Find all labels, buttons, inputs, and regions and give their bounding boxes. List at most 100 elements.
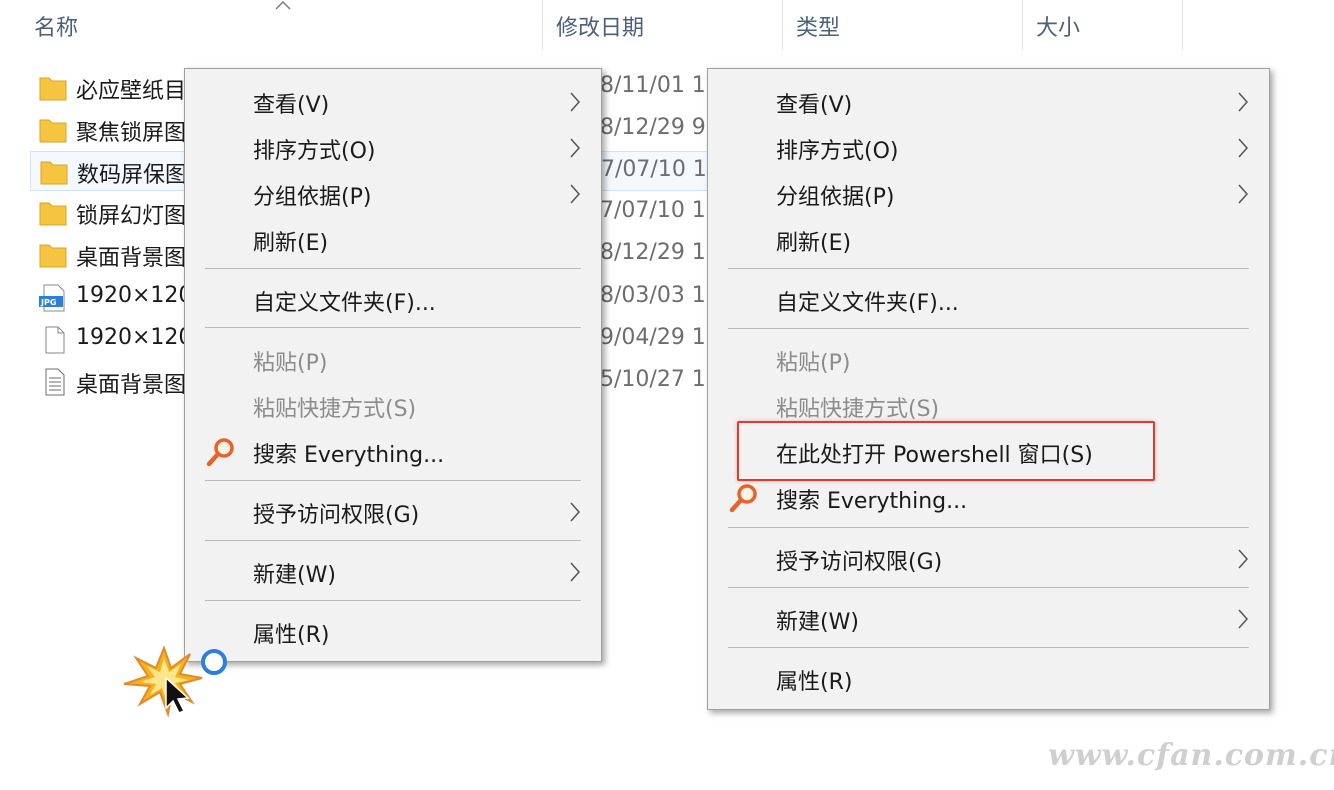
folder-icon [40, 161, 68, 185]
file-date: 7/07/10 1 [600, 198, 706, 223]
file-name: 1920×120 [76, 325, 193, 350]
menu-item-label: 自定义文件夹(F)... [776, 291, 959, 316]
folder-icon [39, 244, 67, 268]
menu-item-sort-by[interactable]: 排序方式(O) [708, 125, 1269, 169]
text-file-icon [45, 368, 65, 396]
menu-item-label: 排序方式(O) [253, 139, 376, 164]
file-date: 7/07/10 1 [601, 157, 707, 182]
sort-ascending-icon [275, 0, 291, 10]
menu-item-search-everything[interactable]: 搜索 Everything... [708, 475, 1269, 519]
chevron-right-icon [570, 138, 581, 158]
menu-item-label: 刷新(E) [253, 231, 329, 256]
menu-item-group-by[interactable]: 分组依据(P) [708, 171, 1269, 215]
menu-item-search-everything[interactable]: 搜索 Everything... [185, 429, 601, 473]
menu-separator [728, 328, 1249, 329]
menu-separator [205, 268, 581, 269]
chevron-right-icon [1238, 609, 1249, 629]
menu-separator [728, 647, 1249, 648]
menu-item-label: 粘贴(P) [253, 351, 328, 376]
menu-item-group-by[interactable]: 分组依据(P) [185, 171, 601, 215]
menu-item-label: 授予访问权限(G) [776, 550, 943, 575]
menu-item-label: 新建(W) [253, 563, 336, 588]
file-date: 8/12/29 9 [600, 115, 706, 140]
column-divider[interactable] [1182, 0, 1183, 50]
column-divider[interactable] [542, 0, 543, 50]
context-menu-before: 查看(V) 排序方式(O) 分组依据(P) 刷新(E) 自定义文件夹(F)...… [184, 68, 602, 662]
file-date: 8/03/03 1 [600, 283, 706, 308]
chevron-right-icon [570, 92, 581, 112]
chevron-right-icon [1238, 184, 1249, 204]
chevron-right-icon [1238, 138, 1249, 158]
menu-item-give-access[interactable]: 授予访问权限(G) [185, 489, 601, 533]
menu-separator [728, 268, 1249, 269]
menu-item-properties[interactable]: 属性(R) [185, 609, 601, 653]
menu-separator [205, 327, 581, 328]
folder-icon [39, 202, 67, 226]
chevron-right-icon [570, 502, 581, 522]
menu-item-label: 新建(W) [776, 610, 859, 635]
menu-item-label: 排序方式(O) [776, 139, 899, 164]
jpg-file-icon: JPG [39, 284, 65, 312]
column-header-name[interactable]: 名称 [34, 10, 78, 42]
menu-item-label: 属性(R) [776, 670, 853, 695]
menu-item-label: 粘贴(P) [776, 351, 851, 376]
column-header-bar: 名称 修改日期 类型 大小 [0, 0, 1334, 52]
menu-item-paste: 粘贴(P) [185, 337, 601, 381]
menu-item-label: 粘贴快捷方式(S) [776, 397, 940, 422]
menu-item-give-access[interactable]: 授予访问权限(G) [708, 536, 1269, 580]
chevron-right-icon [570, 562, 581, 582]
menu-item-paste: 粘贴(P) [708, 337, 1269, 381]
file-name: 桌面背景图 [76, 246, 187, 271]
site-watermark: www.cfan.com.cn [1048, 738, 1334, 773]
context-menu-after: 查看(V) 排序方式(O) 分组依据(P) 刷新(E) 自定义文件夹(F)...… [707, 68, 1270, 710]
file-date: 8/11/01 1 [600, 73, 706, 98]
menu-item-new[interactable]: 新建(W) [185, 549, 601, 593]
menu-item-label: 搜索 Everything... [776, 489, 968, 514]
chevron-right-icon [1238, 92, 1249, 112]
menu-item-new[interactable]: 新建(W) [708, 596, 1269, 640]
search-everything-icon [729, 484, 757, 513]
chevron-right-icon [1238, 549, 1249, 569]
folder-icon [39, 119, 67, 143]
file-name: 聚焦锁屏图 [76, 121, 187, 146]
menu-item-properties[interactable]: 属性(R) [708, 656, 1269, 700]
menu-item-view[interactable]: 查看(V) [708, 79, 1269, 123]
menu-item-label: 属性(R) [253, 623, 330, 648]
file-name: 1920×120 [76, 283, 193, 308]
menu-item-label: 查看(V) [776, 93, 853, 118]
menu-item-label: 分组依据(P) [776, 185, 895, 210]
chevron-right-icon [570, 184, 581, 204]
file-name: 锁屏幻灯图 [76, 204, 187, 229]
menu-separator [205, 540, 581, 541]
column-divider[interactable] [1022, 0, 1023, 50]
menu-separator [205, 480, 581, 481]
jpg-badge: JPG [40, 298, 56, 307]
column-divider[interactable] [782, 0, 783, 50]
menu-item-label: 查看(V) [253, 93, 330, 118]
menu-item-view[interactable]: 查看(V) [185, 79, 601, 123]
menu-item-customize-folder[interactable]: 自定义文件夹(F)... [185, 277, 601, 321]
menu-item-label: 分组依据(P) [253, 185, 372, 210]
menu-item-refresh[interactable]: 刷新(E) [185, 217, 601, 261]
menu-item-label: 自定义文件夹(F)... [253, 291, 436, 316]
column-header-type[interactable]: 类型 [796, 10, 840, 42]
file-date: 9/04/29 1 [600, 325, 706, 350]
search-everything-icon [206, 438, 234, 467]
menu-item-label: 搜索 Everything... [253, 443, 445, 468]
file-name: 桌面背景图 [76, 373, 187, 398]
folder-icon [39, 77, 67, 101]
blank-file-icon [45, 326, 65, 354]
menu-item-paste-shortcut: 粘贴快捷方式(S) [185, 383, 601, 427]
file-name: 数码屏保图 [77, 163, 188, 188]
file-date: 5/10/27 1 [600, 367, 706, 392]
menu-item-refresh[interactable]: 刷新(E) [708, 217, 1269, 261]
menu-item-label: 授予访问权限(G) [253, 503, 420, 528]
menu-item-label: 刷新(E) [776, 231, 852, 256]
column-header-size[interactable]: 大小 [1036, 10, 1080, 42]
menu-item-sort-by[interactable]: 排序方式(O) [185, 125, 601, 169]
highlight-annotation-box [737, 421, 1155, 481]
right-click-indicator-icon [123, 645, 227, 718]
menu-item-customize-folder[interactable]: 自定义文件夹(F)... [708, 277, 1269, 321]
column-header-date-modified[interactable]: 修改日期 [556, 10, 644, 42]
menu-separator [728, 587, 1249, 588]
